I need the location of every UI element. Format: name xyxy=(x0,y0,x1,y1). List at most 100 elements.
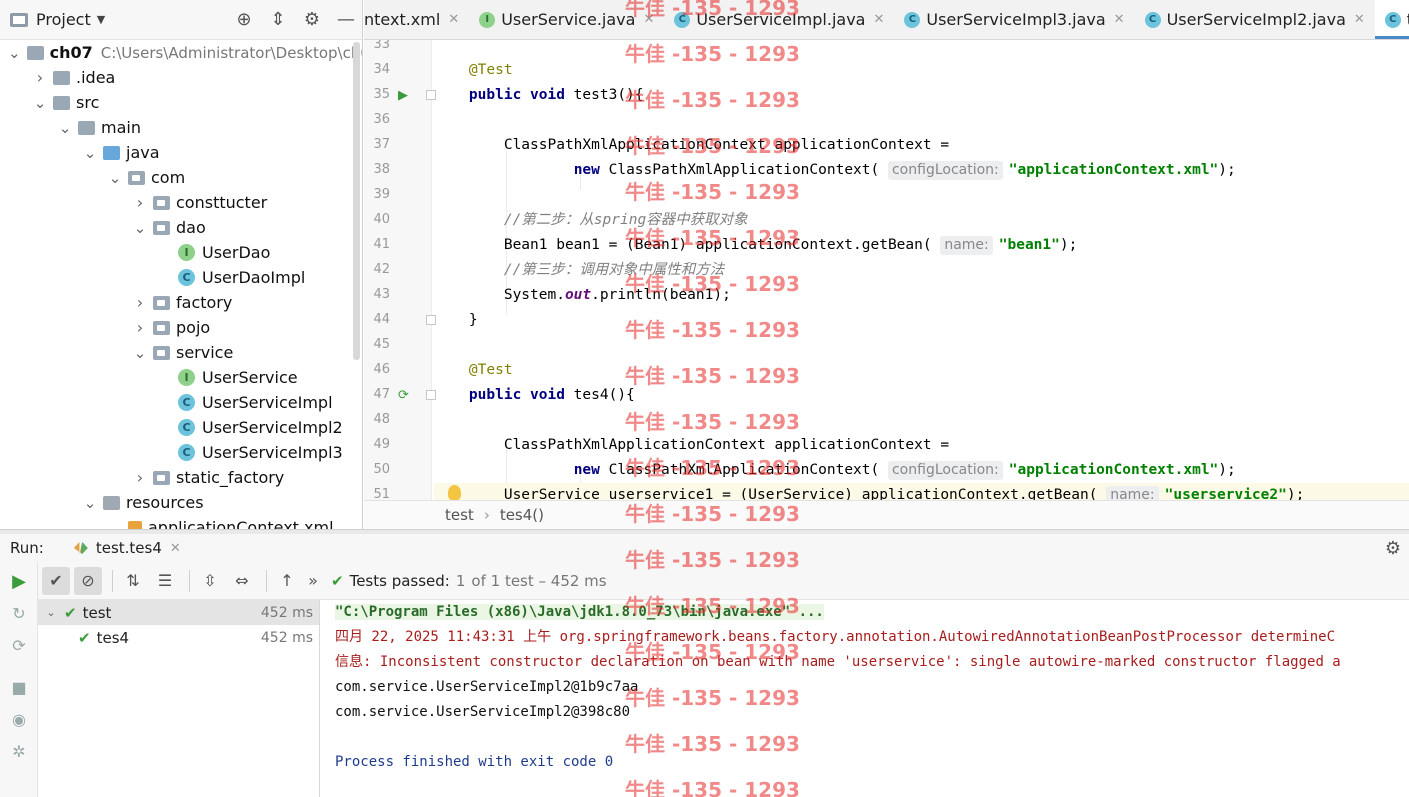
editor-tab[interactable]: Ctest.java✕ xyxy=(1374,0,1409,39)
editor-tab[interactable]: C UserServiceImpl.java ✕ xyxy=(664,0,894,39)
code-editor[interactable]: 33 34 35 ▶ 36 37 38 39 40 41 42 43 44 45 46 47 ⟳ 48 49 50 51… xyxy=(364,40,1409,500)
show-passed-icon[interactable]: ✔ xyxy=(42,566,70,595)
code-area[interactable]: @Test public void test3(){ ClassPathXmlA… xyxy=(434,40,1409,500)
lightbulb-icon[interactable] xyxy=(448,485,461,500)
tree-node[interactable]: › static_factory xyxy=(0,465,350,490)
editor-tab[interactable]: I UserService.java ✕ xyxy=(469,0,664,39)
code-line[interactable]: //第二步：从spring容器中获取对象 xyxy=(434,208,1409,233)
collapse-all-icon[interactable]: ⇔ xyxy=(228,567,256,595)
chevron-right-icon[interactable]: › xyxy=(133,468,147,487)
chevron-down-icon[interactable]: ⌄ xyxy=(58,120,72,135)
code-line[interactable]: Bean1 bean1 = (Bean1) applicationContext… xyxy=(434,233,1409,258)
code-line[interactable] xyxy=(434,108,1409,133)
tree-node[interactable]: ›applicationContext.xml xyxy=(0,515,350,529)
chevron-down-icon[interactable]: ⌄ xyxy=(83,495,97,510)
gear-icon[interactable]: ⚙ xyxy=(1385,538,1401,559)
tree-node[interactable]: ›CUserServiceImpl3 xyxy=(0,440,350,465)
code-line[interactable]: ClassPathXmlApplicationContext applicati… xyxy=(434,133,1409,158)
show-ignored-icon[interactable]: ⊘ xyxy=(74,566,102,595)
expand-all-icon[interactable]: ⇳ xyxy=(196,567,224,595)
run-test-icon[interactable]: ▶ xyxy=(398,88,408,103)
code-line[interactable] xyxy=(434,40,1409,58)
chevron-down-icon[interactable]: ⌄ xyxy=(83,145,97,160)
code-line[interactable]: ClassPathXmlApplicationContext applicati… xyxy=(434,433,1409,458)
close-icon[interactable]: ✕ xyxy=(1114,12,1125,27)
breadcrumb-method[interactable]: tes4() xyxy=(500,506,544,524)
tree-node[interactable]: ⌄ java xyxy=(0,140,350,165)
chevron-down-icon[interactable]: ⌄ xyxy=(8,45,21,60)
line-number: 48 xyxy=(373,412,390,427)
close-icon[interactable]: ✕ xyxy=(1354,12,1365,27)
code-line[interactable]: @Test xyxy=(434,358,1409,383)
code-line[interactable]: System.out.println(bean1); xyxy=(434,283,1409,308)
code-line[interactable]: UserService userservice1 = (UserService)… xyxy=(434,483,1409,500)
close-icon[interactable]: ✕ xyxy=(170,541,181,556)
tree-node[interactable]: ›CUserServiceImpl xyxy=(0,390,350,415)
test-node[interactable]: ⌄ ✔ test 452 ms xyxy=(38,600,319,625)
previous-failed-icon[interactable]: ↑ xyxy=(273,567,301,595)
tree-node[interactable]: › pojo xyxy=(0,315,350,340)
close-icon[interactable]: ✕ xyxy=(448,12,459,27)
code-line[interactable]: //第三步：调用对象中属性和方法 xyxy=(434,258,1409,283)
tree-node[interactable]: ⌄ dao xyxy=(0,215,350,240)
close-icon[interactable]: ✕ xyxy=(873,12,884,27)
code-line[interactable] xyxy=(434,183,1409,208)
code-line[interactable]: public void tes4(){ xyxy=(434,383,1409,408)
sort-alpha-icon[interactable]: ⇅ xyxy=(119,567,147,595)
tree-node[interactable]: › factory xyxy=(0,290,350,315)
tree-node[interactable]: ⌄ src xyxy=(0,90,350,115)
chevron-right-icon[interactable]: › xyxy=(133,293,147,312)
console-output[interactable]: "C:\Program Files (x86)\Java\jdk1.8.0_73… xyxy=(321,600,1409,797)
chevron-down-icon[interactable]: ⌄ xyxy=(44,606,58,619)
project-view-title[interactable]: Project xyxy=(36,10,91,29)
sort-duration-icon[interactable]: ☰ xyxy=(151,567,179,595)
rerun-test-icon[interactable]: ⟳ xyxy=(398,388,409,403)
tree-node[interactable]: ›IUserDao xyxy=(0,240,350,265)
chevron-down-icon[interactable]: ▼ xyxy=(97,13,105,26)
camera-icon[interactable]: ◉ xyxy=(9,710,29,730)
tree-node[interactable]: ⌄ service xyxy=(0,340,350,365)
tree-node[interactable]: › consttucter xyxy=(0,190,350,215)
stop-icon[interactable]: ■ xyxy=(9,678,29,698)
editor-tab[interactable]: C UserServiceImpl3.java ✕ xyxy=(894,0,1134,39)
tree-node[interactable]: ⌄ main xyxy=(0,115,350,140)
tree-node[interactable]: ›IUserService xyxy=(0,365,350,390)
rerun-icon[interactable]: ▶ xyxy=(9,572,29,592)
tree-node-path: C:\Users\Administrator\Desktop\ch0 xyxy=(100,43,363,62)
chevron-right-icon[interactable]: › xyxy=(133,193,147,212)
chevron-down-icon[interactable]: ⌄ xyxy=(108,170,122,185)
code-line[interactable] xyxy=(434,408,1409,433)
collapse-all-icon[interactable]: ⇕ xyxy=(268,10,288,30)
breadcrumb-class[interactable]: test xyxy=(445,506,474,524)
chevron-right-icon[interactable]: › xyxy=(133,318,147,337)
chevron-down-icon[interactable]: ⌄ xyxy=(33,95,47,110)
run-tab[interactable]: test.tes4 ✕ xyxy=(73,539,181,557)
tree-node[interactable]: ⌄ ch07 C:\Users\Administrator\Desktop\ch0 xyxy=(0,40,362,65)
locate-icon[interactable]: ⊕ xyxy=(234,10,254,30)
tree-node[interactable]: ⌄ com xyxy=(0,165,350,190)
rerun-failed-icon[interactable]: ↻ xyxy=(9,604,29,624)
code-line[interactable]: new ClassPathXmlApplicationContext( conf… xyxy=(434,158,1409,183)
hide-icon[interactable]: — xyxy=(336,10,356,30)
tree-node[interactable]: › .idea xyxy=(0,65,350,90)
code-line[interactable]: public void test3(){ xyxy=(434,83,1409,108)
tree-scrollbar[interactable] xyxy=(353,42,360,360)
toggle-auto-test-icon[interactable]: ⟳ xyxy=(9,636,29,656)
code-line[interactable] xyxy=(434,333,1409,358)
tree-node[interactable]: ›CUserServiceImpl2 xyxy=(0,415,350,440)
code-line[interactable]: @Test xyxy=(434,58,1409,83)
editor-tab[interactable]: C UserServiceImpl2.java ✕ xyxy=(1135,0,1375,39)
test-node[interactable]: ✔ tes4 452 ms xyxy=(38,625,319,650)
tree-node[interactable]: ›CUserDaoImpl xyxy=(0,265,350,290)
editor-tab[interactable]: ntext.xml ✕ xyxy=(364,0,469,39)
gear-icon[interactable]: ⚙ xyxy=(302,10,322,30)
close-icon[interactable]: ✕ xyxy=(643,12,654,27)
chevron-down-icon[interactable]: ⌄ xyxy=(133,345,147,360)
chevron-down-icon[interactable]: ⌄ xyxy=(133,220,147,235)
code-line[interactable]: } xyxy=(434,308,1409,333)
chevron-right-icon[interactable]: › xyxy=(33,68,47,87)
settings-icon[interactable]: ✲ xyxy=(9,742,29,762)
tree-node[interactable]: ⌄ resources xyxy=(0,490,350,515)
code-line[interactable]: new ClassPathXmlApplicationContext( conf… xyxy=(434,458,1409,483)
more-icon[interactable]: » xyxy=(305,567,321,595)
